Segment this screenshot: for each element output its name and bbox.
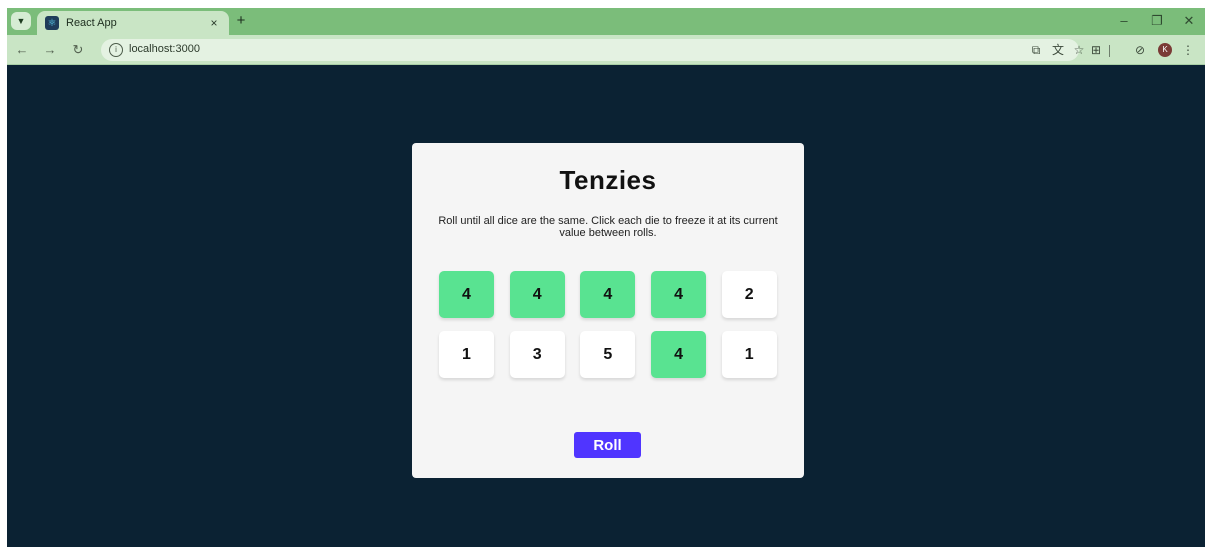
tab-react-app[interactable]: ⚛ React App ×	[37, 11, 229, 35]
star-icon[interactable]: ☆	[1070, 41, 1088, 59]
restore-icon[interactable]: ❐	[1149, 13, 1165, 29]
die[interactable]: 4	[439, 271, 494, 318]
die[interactable]: 4	[580, 271, 636, 318]
die[interactable]: 1	[721, 331, 777, 378]
site-info-icon[interactable]: i	[109, 43, 123, 57]
instructions-text: Roll until all dice are the same. Click …	[438, 215, 778, 239]
reload-icon[interactable]: ↻	[69, 41, 87, 59]
die[interactable]: 1	[439, 331, 494, 378]
dice-grid: 4 4 4 4 2 1 3 5 4 1	[439, 271, 777, 378]
browser-window: ▼ ⚛ React App × + – ❐ ✕ ← → ↻ i localhos…	[7, 8, 1205, 547]
flask-icon[interactable]: ⊘	[1131, 41, 1149, 59]
address-bar-row: ← → ↻ i localhost:3000 ⧉ 文 ☆ ⊞ ⊘ K ⋮	[7, 35, 1205, 65]
tab-close-icon[interactable]: ×	[207, 16, 221, 30]
translate-icon[interactable]: 文	[1049, 41, 1067, 59]
avatar[interactable]: K	[1158, 43, 1172, 57]
chevron-down-icon[interactable]: ▼	[11, 12, 31, 30]
page-title: Tenzies	[559, 165, 657, 195]
die[interactable]: 2	[721, 271, 777, 318]
new-tab-button[interactable]: +	[233, 13, 249, 29]
kebab-menu-icon[interactable]: ⋮	[1179, 41, 1197, 59]
react-logo-icon: ⚛	[45, 16, 59, 30]
minimize-icon[interactable]: –	[1116, 13, 1132, 28]
die[interactable]: 4	[651, 271, 707, 318]
die[interactable]: 3	[509, 331, 565, 378]
url-text[interactable]: localhost:3000	[129, 43, 200, 55]
cast-icon[interactable]: ⧉	[1027, 41, 1045, 59]
die[interactable]: 5	[580, 331, 636, 378]
address-bar[interactable]: i localhost:3000	[101, 39, 1079, 61]
puzzle-icon[interactable]: ⊞	[1087, 41, 1105, 59]
die[interactable]: 4	[651, 331, 707, 378]
tab-title: React App	[66, 17, 117, 29]
game-card: Tenzies Roll until all dice are the same…	[412, 143, 804, 478]
die[interactable]: 4	[509, 271, 565, 318]
toolbar-divider	[1109, 45, 1110, 57]
arrow-right-icon[interactable]: →	[41, 41, 59, 59]
close-icon[interactable]: ✕	[1181, 13, 1197, 29]
tab-strip: ▼ ⚛ React App × + – ❐ ✕	[7, 8, 1205, 35]
roll-button[interactable]: Roll	[574, 432, 641, 458]
arrow-left-icon[interactable]: ←	[13, 41, 31, 59]
